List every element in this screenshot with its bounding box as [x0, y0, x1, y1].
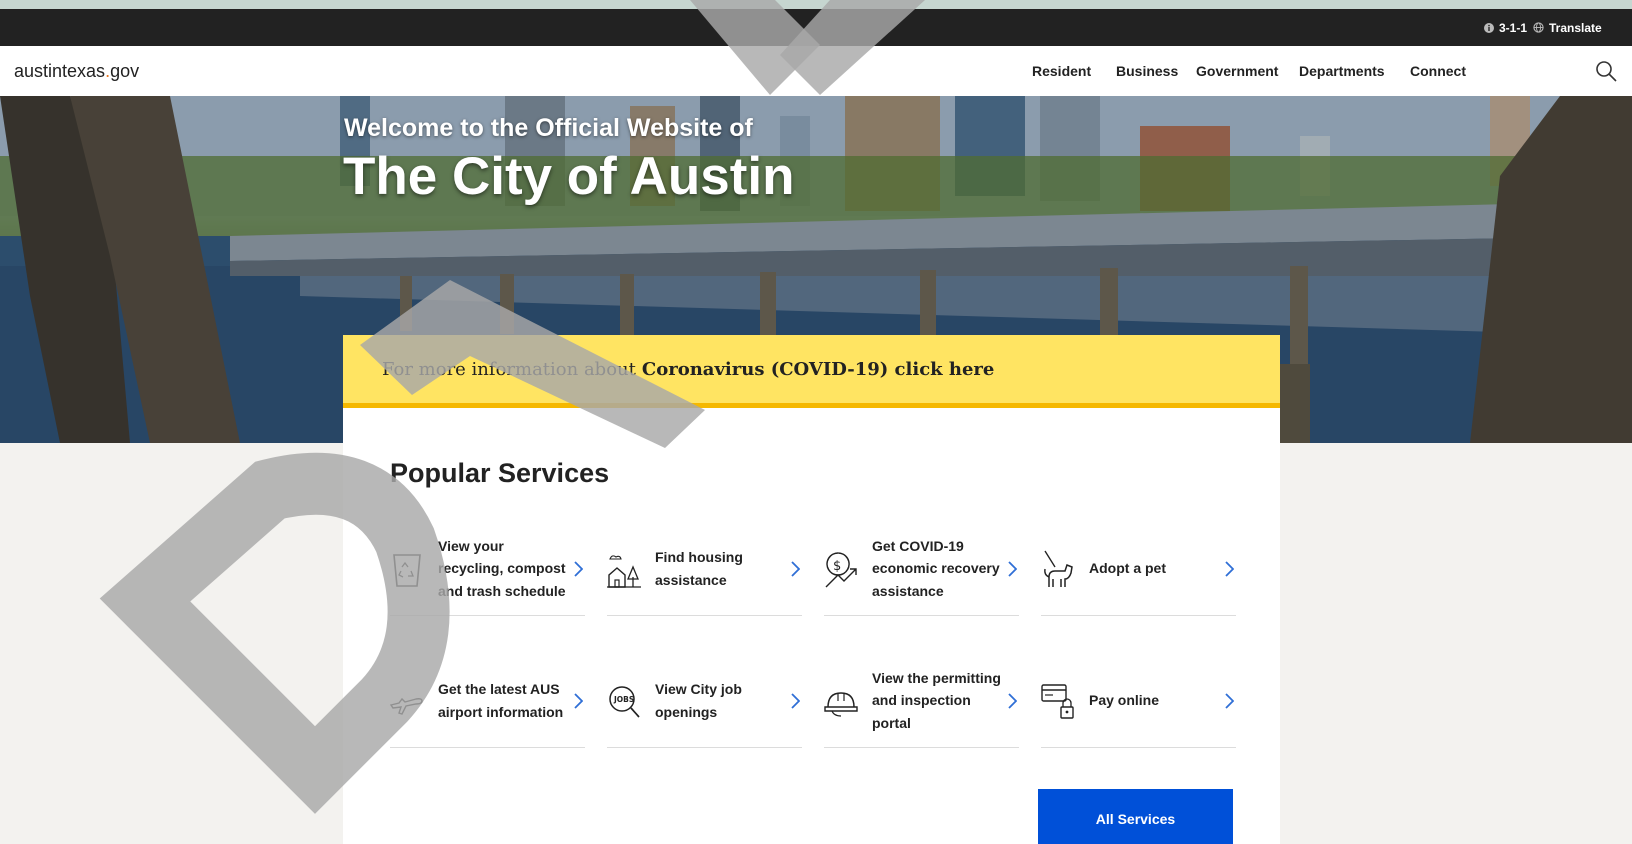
chevron-right-icon [1008, 561, 1017, 577]
covid-banner-link-text: Coronavirus (COVID-19) click here [641, 358, 995, 380]
chevron-right-icon [1008, 693, 1017, 709]
hero-subtitle: Welcome to the Official Website of [344, 114, 753, 142]
popular-services-title: Popular Services [390, 458, 610, 488]
chevron-right-icon [791, 561, 800, 577]
search-button[interactable] [1594, 59, 1618, 83]
chevron-right-icon [574, 693, 583, 709]
site-logo[interactable]: austintexas. gov [14, 46, 139, 96]
info-icon [1484, 22, 1494, 33]
search-icon [1596, 61, 1617, 82]
service-housing-assistance[interactable]: Find housing assistance [607, 521, 802, 616]
chevron-right-icon [1225, 561, 1234, 577]
service-covid-recovery[interactable]: $ Get COVID-19 economic recovery assista… [824, 521, 1019, 616]
svg-text:$: $ [833, 559, 841, 574]
service-label: Find housing assistance [655, 549, 743, 588]
all-services-button[interactable]: All Services [1038, 789, 1233, 844]
chevron-right-icon [1225, 693, 1234, 709]
phone-311-link[interactable]: 3-1-1 [1484, 9, 1527, 46]
service-label: View your recycling, compost and trash s… [438, 537, 566, 599]
translate-button[interactable]: Translate [1533, 9, 1602, 46]
service-label: Pay online [1089, 692, 1160, 709]
nav-item-government[interactable]: Government [1196, 46, 1278, 96]
service-label: Adopt a pet [1089, 560, 1166, 577]
house-icon [607, 555, 641, 588]
chevron-right-icon [574, 561, 583, 577]
dog-leash-icon [1044, 550, 1073, 587]
service-recycling-schedule[interactable]: View your recycling, compost and trash s… [390, 521, 585, 616]
chevron-right-icon [791, 693, 800, 709]
covid-banner-link[interactable]: For more information about Coronavirus (… [343, 335, 1280, 408]
service-label: Get the latest AUS airport information [438, 681, 564, 720]
covid-banner-text: For more information about Coronavirus (… [382, 335, 994, 403]
nav-item-resident[interactable]: Resident [1032, 46, 1091, 96]
hardhat-icon [824, 692, 858, 717]
nav-item-connect[interactable]: Connect [1410, 46, 1466, 96]
credit-card-lock-icon [1041, 684, 1074, 719]
phone-311-label: 3-1-1 [1499, 20, 1528, 35]
top-strip [0, 0, 1632, 9]
logo-text-main: austintexas [14, 60, 106, 81]
translate-label: Translate [1549, 20, 1602, 35]
service-pay-online[interactable]: Pay online [1041, 653, 1236, 748]
logo-text-tld: gov [110, 60, 140, 81]
main-navigation: austintexas. gov Resident Business Govern… [0, 46, 1632, 96]
popular-services-panel: Popular Services View your recycling, co… [343, 408, 1280, 844]
hero-title: The City of Austin [343, 147, 795, 206]
dollar-growth-icon: $ [825, 552, 857, 588]
airplane-icon [390, 697, 423, 715]
jobs-search-icon: JOBS [609, 686, 640, 718]
service-job-openings[interactable]: JOBS View City job openings [607, 653, 802, 748]
service-label: View City job openings [655, 681, 742, 720]
service-airport-info[interactable]: Get the latest AUS airport information [390, 653, 585, 748]
utility-bar: 3-1-1 Translate [0, 9, 1632, 46]
service-permitting-portal[interactable]: View the permitting and inspection porta… [824, 653, 1019, 748]
covid-banner-prefix: For more information about [382, 358, 636, 380]
recycle-bin-icon [393, 554, 421, 587]
nav-item-departments[interactable]: Departments [1299, 46, 1385, 96]
svg-text:JOBS: JOBS [613, 695, 634, 704]
service-adopt-pet[interactable]: Adopt a pet [1041, 521, 1236, 616]
nav-item-business[interactable]: Business [1116, 46, 1178, 96]
service-label: Get COVID-19 economic recovery assistanc… [872, 537, 1000, 599]
globe-icon [1533, 22, 1544, 33]
service-label: View the permitting and inspection porta… [872, 669, 1001, 731]
